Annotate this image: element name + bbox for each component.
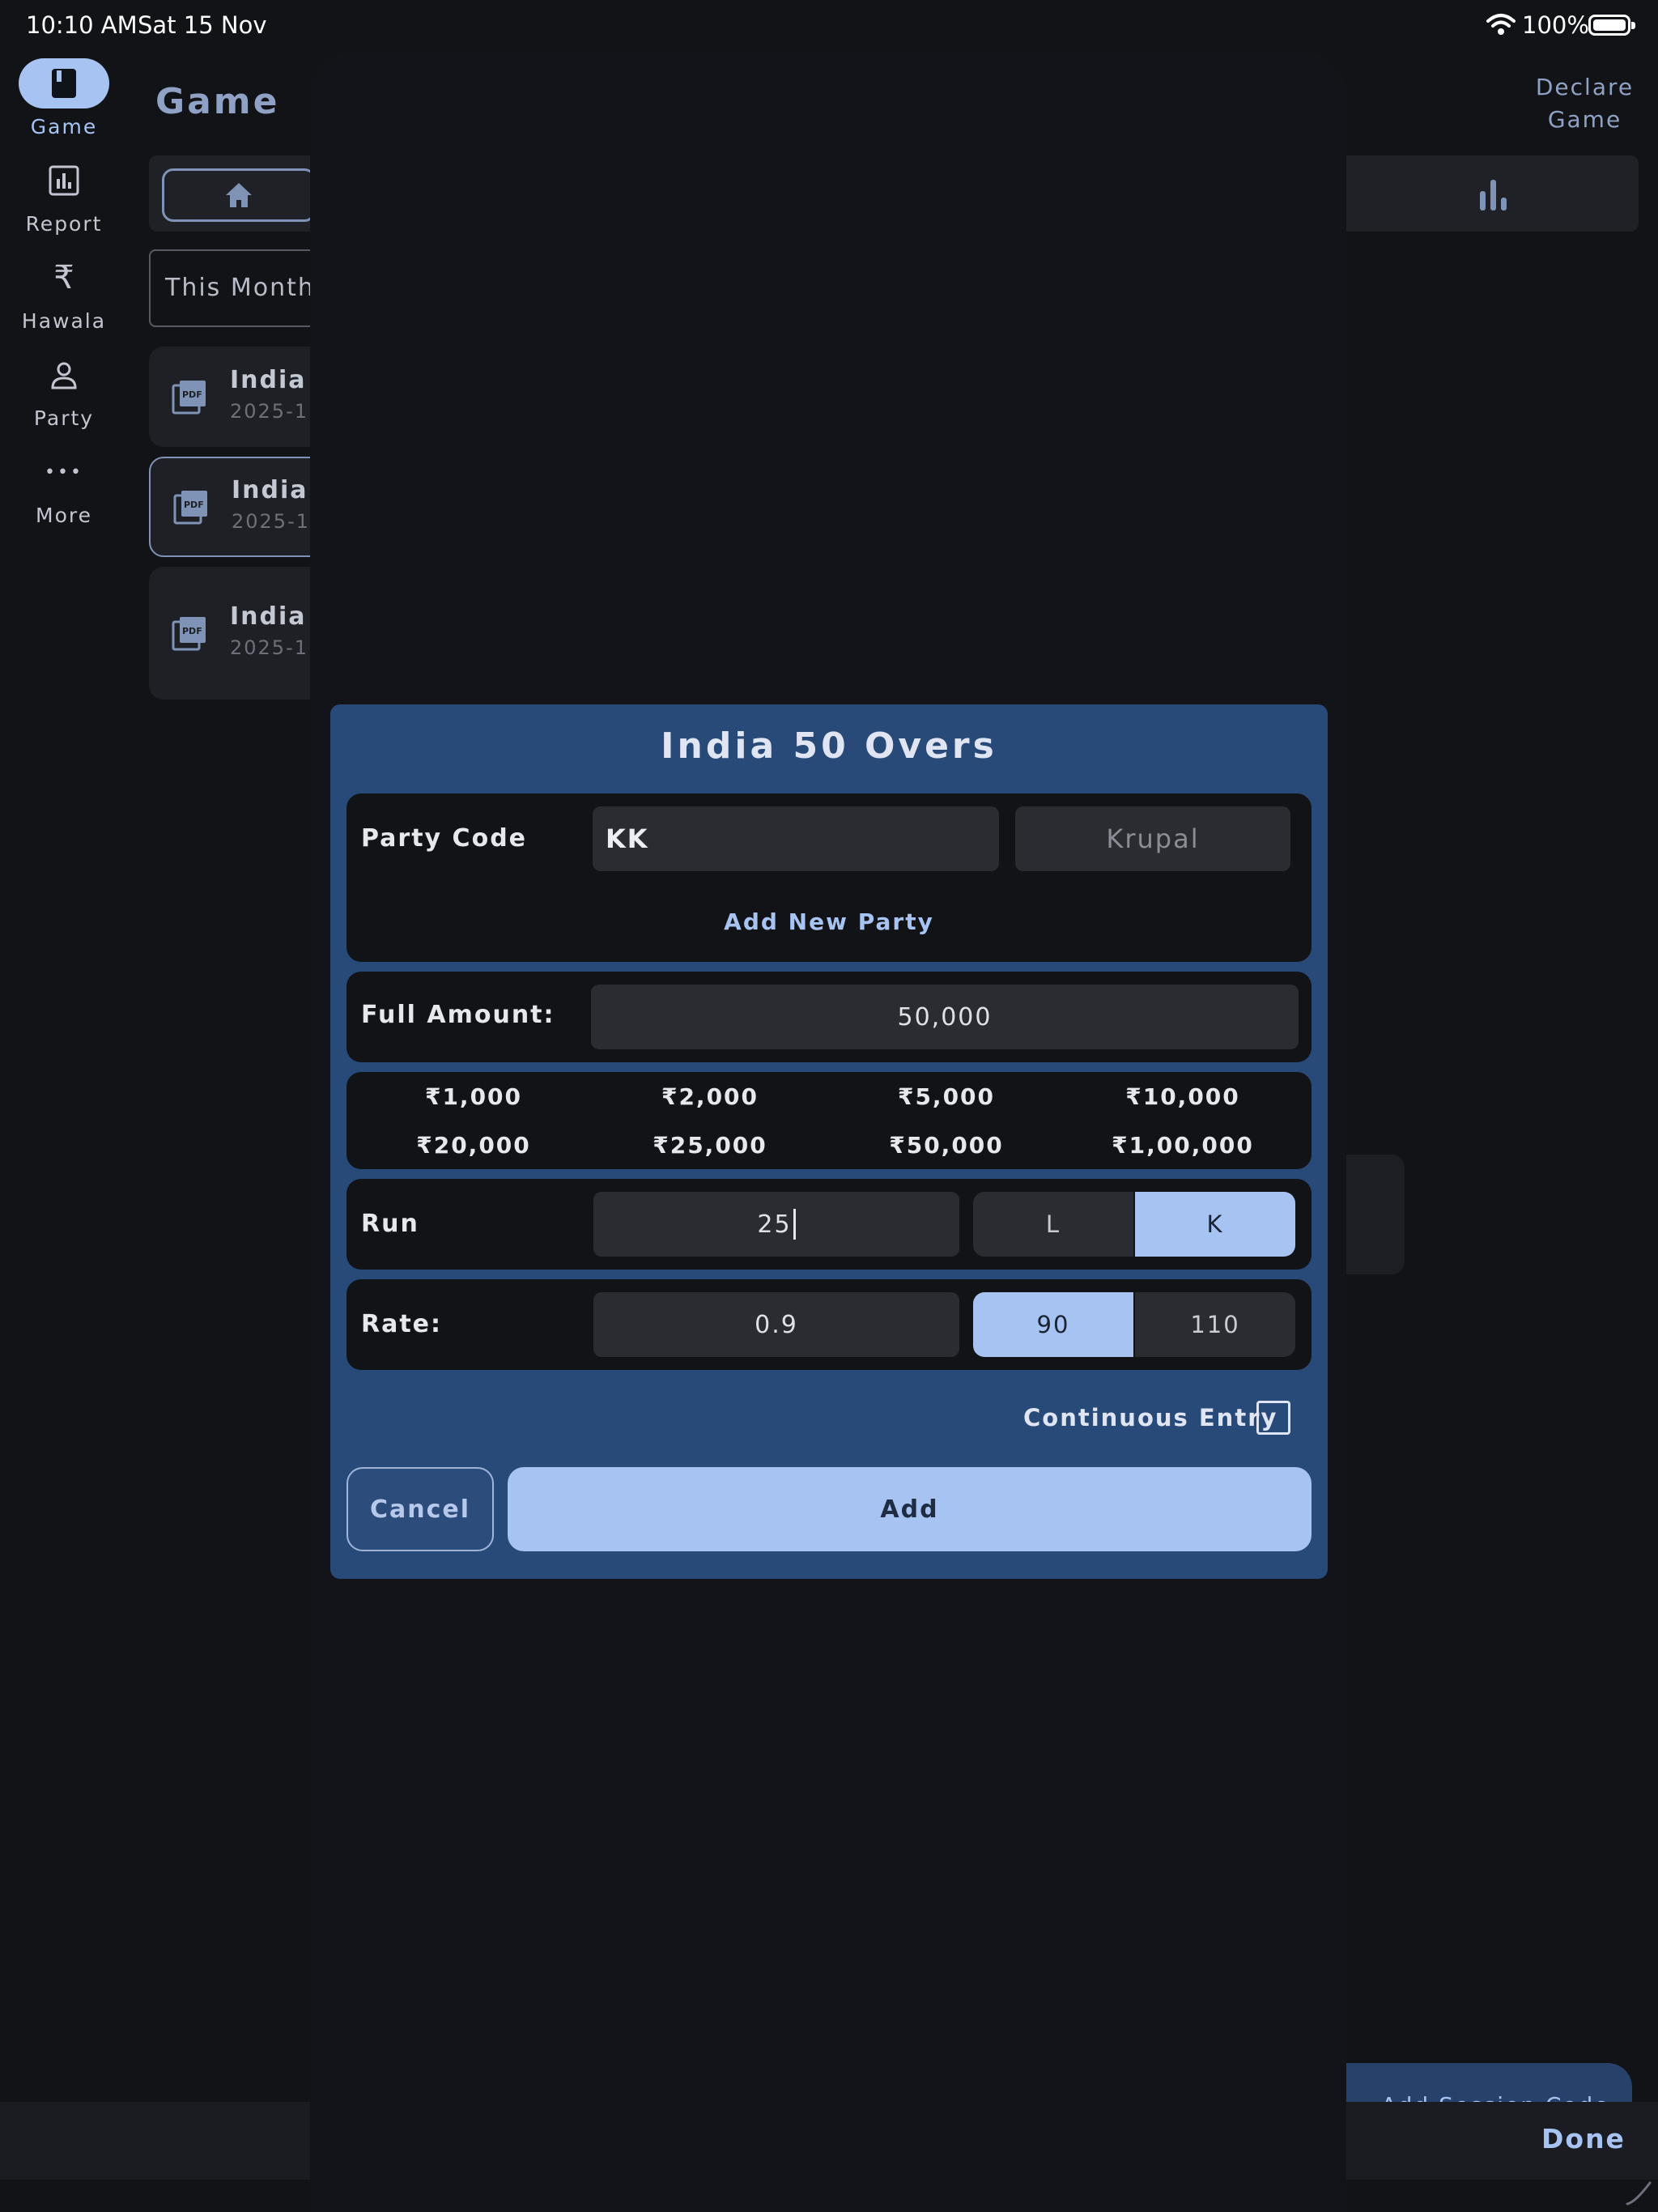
full-amount-panel: Full Amount: 50,000 (346, 972, 1312, 1062)
battery-percent: 100% (1522, 11, 1589, 39)
continuous-entry-label: Continuous Entry (1023, 1404, 1278, 1431)
bar-chart-icon[interactable] (1473, 177, 1514, 212)
nav-label-report: Report (25, 212, 103, 236)
book-icon (19, 58, 109, 108)
svg-text:PDF: PDF (182, 389, 202, 400)
rate-input[interactable]: 0.9 (593, 1292, 959, 1357)
quick-amount-chip[interactable]: ₹1,00,000 (1062, 1132, 1303, 1159)
party-name-field: Krupal (1015, 806, 1290, 871)
status-bar: 10:10 AM Sat 15 Nov 100% (0, 0, 1658, 52)
party-code-input[interactable]: KK (593, 806, 999, 871)
list-item-date: 2025-11 (230, 400, 323, 423)
cancel-button[interactable]: Cancel (346, 1467, 494, 1551)
rate-label: Rate: (361, 1310, 443, 1338)
quick-amount-chip[interactable]: ₹50,000 (826, 1132, 1067, 1159)
keyboard-done-button[interactable]: Done (1541, 2123, 1626, 2155)
run-option-l[interactable]: L (973, 1192, 1133, 1257)
quick-amount-panel: ₹1,000 ₹2,000 ₹5,000 ₹10,000 ₹20,000 ₹25… (346, 1072, 1312, 1169)
page-title: Game (155, 81, 280, 122)
tab-home[interactable] (162, 168, 316, 222)
more-dots-icon: ••• (45, 462, 83, 483)
quick-amount-chip[interactable]: ₹10,000 (1062, 1083, 1303, 1110)
dialog-title: India 50 Overs (661, 725, 997, 767)
quick-amount-chip[interactable]: ₹5,000 (826, 1083, 1067, 1110)
status-date: Sat 15 Nov (138, 11, 267, 39)
wifi-icon (1486, 14, 1516, 35)
nav-item-more[interactable]: ••• More (0, 447, 128, 528)
text-caret (793, 1209, 796, 1240)
declare-game-button[interactable]: Declare Game (1514, 71, 1656, 136)
pdf-icon: PDF (173, 491, 207, 525)
add-new-party-link[interactable]: Add New Party (346, 908, 1312, 935)
person-icon (19, 350, 109, 400)
status-time: 10:10 AM (26, 11, 138, 39)
quick-amount-chip[interactable]: ₹2,000 (589, 1083, 831, 1110)
party-code-label: Party Code (361, 824, 528, 853)
rate-panel: Rate: 0.9 90 110 (346, 1279, 1312, 1370)
pencil-icon (1626, 2181, 1652, 2206)
battery-icon (1588, 15, 1635, 36)
rupee-icon: ₹ (53, 259, 74, 296)
run-label: Run (361, 1210, 419, 1238)
report-chart-icon (19, 155, 109, 206)
pdf-icon: PDF (172, 617, 206, 651)
svg-text:PDF: PDF (182, 626, 202, 636)
full-amount-label: Full Amount: (361, 1001, 555, 1029)
full-amount-input[interactable]: 50,000 (591, 985, 1299, 1049)
rate-option-90[interactable]: 90 (973, 1292, 1133, 1357)
quick-amount-chip[interactable]: ₹25,000 (589, 1132, 831, 1159)
party-panel: Party Code KK Krupal Add New Party (346, 793, 1312, 962)
rate-option-110[interactable]: 110 (1135, 1292, 1295, 1357)
add-entry-dialog: India 50 Overs Party Code KK Krupal Add … (330, 704, 1328, 1579)
run-panel: Run 25 L K (346, 1179, 1312, 1270)
nav-item-party[interactable]: Party (0, 350, 128, 430)
svg-text:PDF: PDF (184, 500, 204, 510)
add-button[interactable]: Add (508, 1467, 1312, 1551)
nav-item-game[interactable]: Game (0, 58, 128, 138)
home-icon (226, 183, 252, 207)
run-option-k[interactable]: K (1135, 1192, 1295, 1257)
nav-item-hawala[interactable]: ₹ Hawala (0, 253, 128, 333)
pdf-icon: PDF (172, 381, 206, 415)
nav-label-hawala: Hawala (21, 309, 107, 333)
nav-label-game: Game (30, 115, 98, 138)
list-item-date: 2025-11 (230, 636, 323, 659)
run-input[interactable]: 25 (593, 1192, 959, 1257)
declare-line-2: Game (1547, 106, 1622, 133)
nav-label-more: More (36, 504, 92, 527)
quick-amount-chip[interactable]: ₹1,000 (353, 1083, 594, 1110)
quick-amount-chip[interactable]: ₹20,000 (353, 1132, 594, 1159)
nav-label-party: Party (33, 406, 95, 430)
run-value: 25 (757, 1210, 792, 1239)
declare-line-1: Declare (1535, 74, 1635, 100)
continuous-entry-checkbox[interactable] (1256, 1401, 1290, 1435)
nav-item-report[interactable]: Report (0, 155, 128, 236)
